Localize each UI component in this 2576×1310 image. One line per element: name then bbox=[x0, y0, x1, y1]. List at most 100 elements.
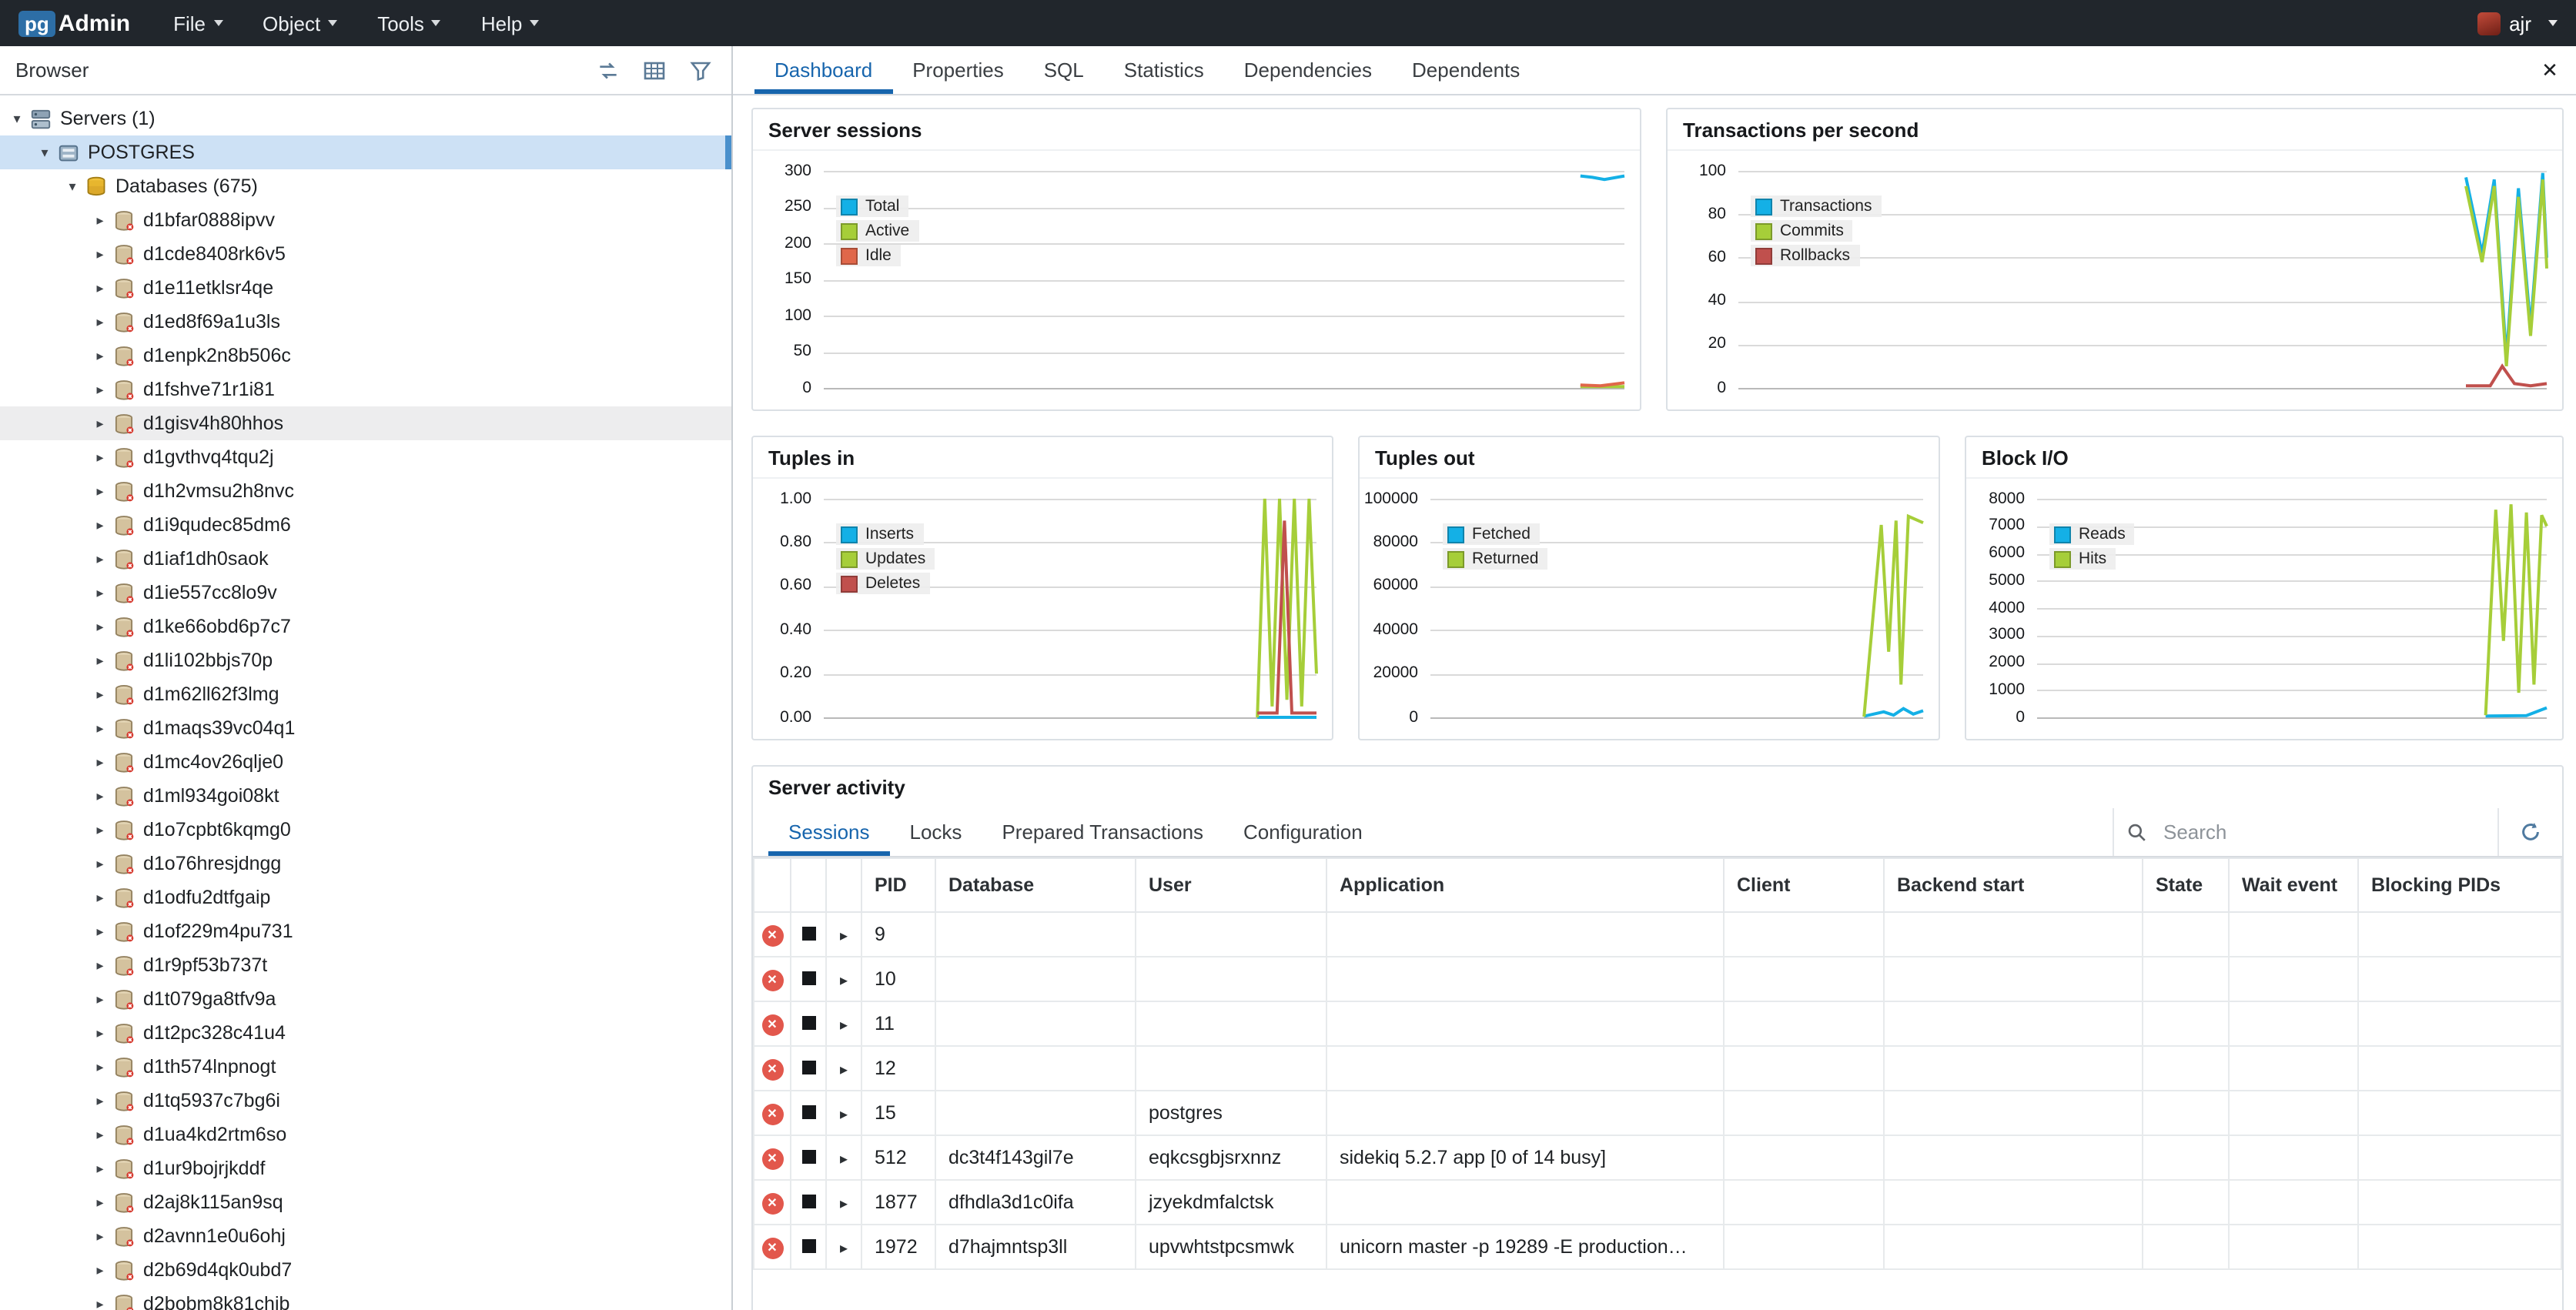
chevron-right-icon[interactable]: ▸ bbox=[89, 686, 111, 703]
close-icon[interactable]: ✕ bbox=[2524, 46, 2576, 94]
activity-tab-locks[interactable]: Locks bbox=[890, 808, 982, 856]
chevron-right-icon[interactable]: ▸ bbox=[89, 415, 111, 432]
cancel-query-icon[interactable] bbox=[801, 1061, 815, 1074]
chevron-right-icon[interactable]: ▸ bbox=[89, 212, 111, 229]
column-header-client[interactable]: Client bbox=[1724, 858, 1884, 912]
chevron-right-icon[interactable]: ▸ bbox=[840, 1018, 848, 1034]
column-header-application[interactable]: Application bbox=[1326, 858, 1724, 912]
chevron-right-icon[interactable]: ▸ bbox=[89, 720, 111, 737]
tab-dashboard[interactable]: Dashboard bbox=[754, 46, 892, 94]
chevron-right-icon[interactable]: ▸ bbox=[89, 279, 111, 296]
tree-item-servers[interactable]: ▾Servers (1) bbox=[0, 102, 731, 135]
tree-item-database[interactable]: ▸d1odfu2dtfgaip bbox=[0, 881, 731, 914]
tree-item-server-postgres[interactable]: ▾POSTGRES bbox=[0, 135, 731, 169]
tree-item-database[interactable]: ▸d1gisv4h80hhos bbox=[0, 406, 731, 440]
chevron-right-icon[interactable]: ▸ bbox=[89, 550, 111, 567]
chevron-right-icon[interactable]: ▸ bbox=[89, 347, 111, 364]
chevron-right-icon[interactable]: ▸ bbox=[89, 449, 111, 466]
chevron-right-icon[interactable]: ▸ bbox=[89, 618, 111, 635]
tree-item-database[interactable]: ▸d1li102bbjs70p bbox=[0, 643, 731, 677]
chevron-right-icon[interactable]: ▸ bbox=[89, 1092, 111, 1109]
tree-item-database[interactable]: ▸d1cde8408rk6v5 bbox=[0, 237, 731, 271]
chevron-right-icon[interactable]: ▸ bbox=[89, 1126, 111, 1143]
chevron-right-icon[interactable]: ▸ bbox=[89, 246, 111, 262]
chevron-right-icon[interactable]: ▸ bbox=[89, 584, 111, 601]
tree-item-database[interactable]: ▸d1ur9bojrjkddf bbox=[0, 1151, 731, 1185]
activity-tab-prepared-transactions[interactable]: Prepared Transactions bbox=[982, 808, 1223, 856]
session-row[interactable]: ✕▸1972d7hajmntsp3llupvwhtstpcsmwkunicorn… bbox=[754, 1225, 2561, 1269]
cancel-query-icon[interactable] bbox=[801, 1239, 815, 1253]
tree-item-database[interactable]: ▸d1m62ll62f3lmg bbox=[0, 677, 731, 711]
session-row[interactable]: ✕▸1877dfhdla3d1c0ifajzyekdmfalctsk bbox=[754, 1180, 2561, 1225]
chevron-right-icon[interactable]: ▸ bbox=[840, 973, 848, 990]
column-header-blocking-pids[interactable]: Blocking PIDs bbox=[2358, 858, 2561, 912]
chevron-right-icon[interactable]: ▸ bbox=[840, 1107, 848, 1124]
tree-item-database[interactable]: ▸d1r9pf53b737t bbox=[0, 948, 731, 982]
tree-item-database[interactable]: ▸d1ml934goi08kt bbox=[0, 779, 731, 813]
cancel-query-icon[interactable] bbox=[801, 1105, 815, 1119]
column-header-database[interactable]: Database bbox=[935, 858, 1136, 912]
tree-item-database[interactable]: ▸d1o76hresjdngg bbox=[0, 847, 731, 881]
tree-item-database[interactable]: ▸d1i9qudec85dm6 bbox=[0, 508, 731, 542]
chevron-right-icon[interactable]: ▸ bbox=[89, 1024, 111, 1041]
search-input[interactable] bbox=[2160, 819, 2485, 845]
tree-item-database[interactable]: ▸d1mc4ov26qlje0 bbox=[0, 745, 731, 779]
chevron-right-icon[interactable]: ▸ bbox=[89, 1262, 111, 1278]
chevron-right-icon[interactable]: ▸ bbox=[89, 821, 111, 838]
tree-item-database[interactable]: ▸d2avnn1e0u6ohj bbox=[0, 1219, 731, 1253]
menu-help[interactable]: Help bbox=[481, 12, 540, 35]
tree-item-database[interactable]: ▸d1o7cpbt6kqmg0 bbox=[0, 813, 731, 847]
tree-item-database[interactable]: ▸d1th574lnpnogt bbox=[0, 1050, 731, 1084]
chevron-right-icon[interactable]: ▸ bbox=[840, 928, 848, 945]
column-header-user[interactable]: User bbox=[1136, 858, 1326, 912]
refresh-icon[interactable] bbox=[2497, 808, 2562, 856]
tree-item-database[interactable]: ▸d1ua4kd2rtm6so bbox=[0, 1118, 731, 1151]
tree-item-database[interactable]: ▸d2bobm8k81chib bbox=[0, 1287, 731, 1310]
chevron-right-icon[interactable]: ▸ bbox=[89, 855, 111, 872]
terminate-session-icon[interactable]: ✕ bbox=[761, 1059, 783, 1081]
column-header-pid[interactable]: PID bbox=[861, 858, 935, 912]
chevron-right-icon[interactable]: ▸ bbox=[89, 957, 111, 974]
tree-item-database[interactable]: ▸d1bfar0888ipvv bbox=[0, 203, 731, 237]
terminate-session-icon[interactable]: ✕ bbox=[761, 1193, 783, 1215]
session-row[interactable]: ✕▸9 bbox=[754, 912, 2561, 957]
chevron-right-icon[interactable]: ▸ bbox=[89, 381, 111, 398]
tree-item-database[interactable]: ▸d1ed8f69a1u3ls bbox=[0, 305, 731, 339]
tree-item-database[interactable]: ▸d1h2vmsu2h8nvc bbox=[0, 474, 731, 508]
table-grid-icon[interactable] bbox=[639, 56, 670, 84]
activity-tab-sessions[interactable]: Sessions bbox=[768, 808, 890, 856]
swap-icon[interactable] bbox=[593, 56, 624, 84]
menu-tools[interactable]: Tools bbox=[377, 12, 441, 35]
user-menu[interactable]: ajr bbox=[2477, 12, 2558, 35]
session-row[interactable]: ✕▸512dc3t4f143gil7eeqkcsgbjsrxnnzsidekiq… bbox=[754, 1135, 2561, 1180]
chevron-right-icon[interactable]: ▸ bbox=[840, 1241, 848, 1258]
filter-icon[interactable] bbox=[685, 56, 716, 84]
tree-item-database[interactable]: ▸d1gvthvq4tqu2j bbox=[0, 440, 731, 474]
tree-item-database[interactable]: ▸d2aj8k115an9sq bbox=[0, 1185, 731, 1219]
menu-file[interactable]: File bbox=[173, 12, 222, 35]
tree-item-database[interactable]: ▸d1maqs39vc04q1 bbox=[0, 711, 731, 745]
chevron-right-icon[interactable]: ▸ bbox=[840, 1151, 848, 1168]
session-row[interactable]: ✕▸12 bbox=[754, 1046, 2561, 1091]
tree-item-database[interactable]: ▸d1enpk2n8b506c bbox=[0, 339, 731, 373]
tree-item-database[interactable]: ▸d1ke66obd6p7c7 bbox=[0, 610, 731, 643]
session-row[interactable]: ✕▸10 bbox=[754, 957, 2561, 1001]
cancel-query-icon[interactable] bbox=[801, 971, 815, 985]
chevron-right-icon[interactable]: ▸ bbox=[89, 754, 111, 770]
session-row[interactable]: ✕▸15postgres bbox=[754, 1091, 2561, 1135]
chevron-right-icon[interactable]: ▸ bbox=[89, 1295, 111, 1310]
tree-item-database[interactable]: ▸d1ie557cc8lo9v bbox=[0, 576, 731, 610]
tab-sql[interactable]: SQL bbox=[1024, 46, 1104, 94]
activity-tab-configuration[interactable]: Configuration bbox=[1223, 808, 1383, 856]
terminate-session-icon[interactable]: ✕ bbox=[761, 970, 783, 991]
tree-item-database[interactable]: ▸d1of229m4pu731 bbox=[0, 914, 731, 948]
chevron-right-icon[interactable]: ▸ bbox=[89, 991, 111, 1008]
chevron-right-icon[interactable]: ▸ bbox=[840, 1196, 848, 1213]
chevron-right-icon[interactable]: ▸ bbox=[89, 1160, 111, 1177]
tree-item-database[interactable]: ▸d1tq5937c7bg6i bbox=[0, 1084, 731, 1118]
tree-item-database[interactable]: ▸d1iaf1dh0saok bbox=[0, 542, 731, 576]
tab-dependencies[interactable]: Dependencies bbox=[1224, 46, 1392, 94]
tree-item-database[interactable]: ▸d1t079ga8tfv9a bbox=[0, 982, 731, 1016]
chevron-right-icon[interactable]: ▸ bbox=[89, 1194, 111, 1211]
tree-item-database[interactable]: ▸d1fshve71r1i81 bbox=[0, 373, 731, 406]
